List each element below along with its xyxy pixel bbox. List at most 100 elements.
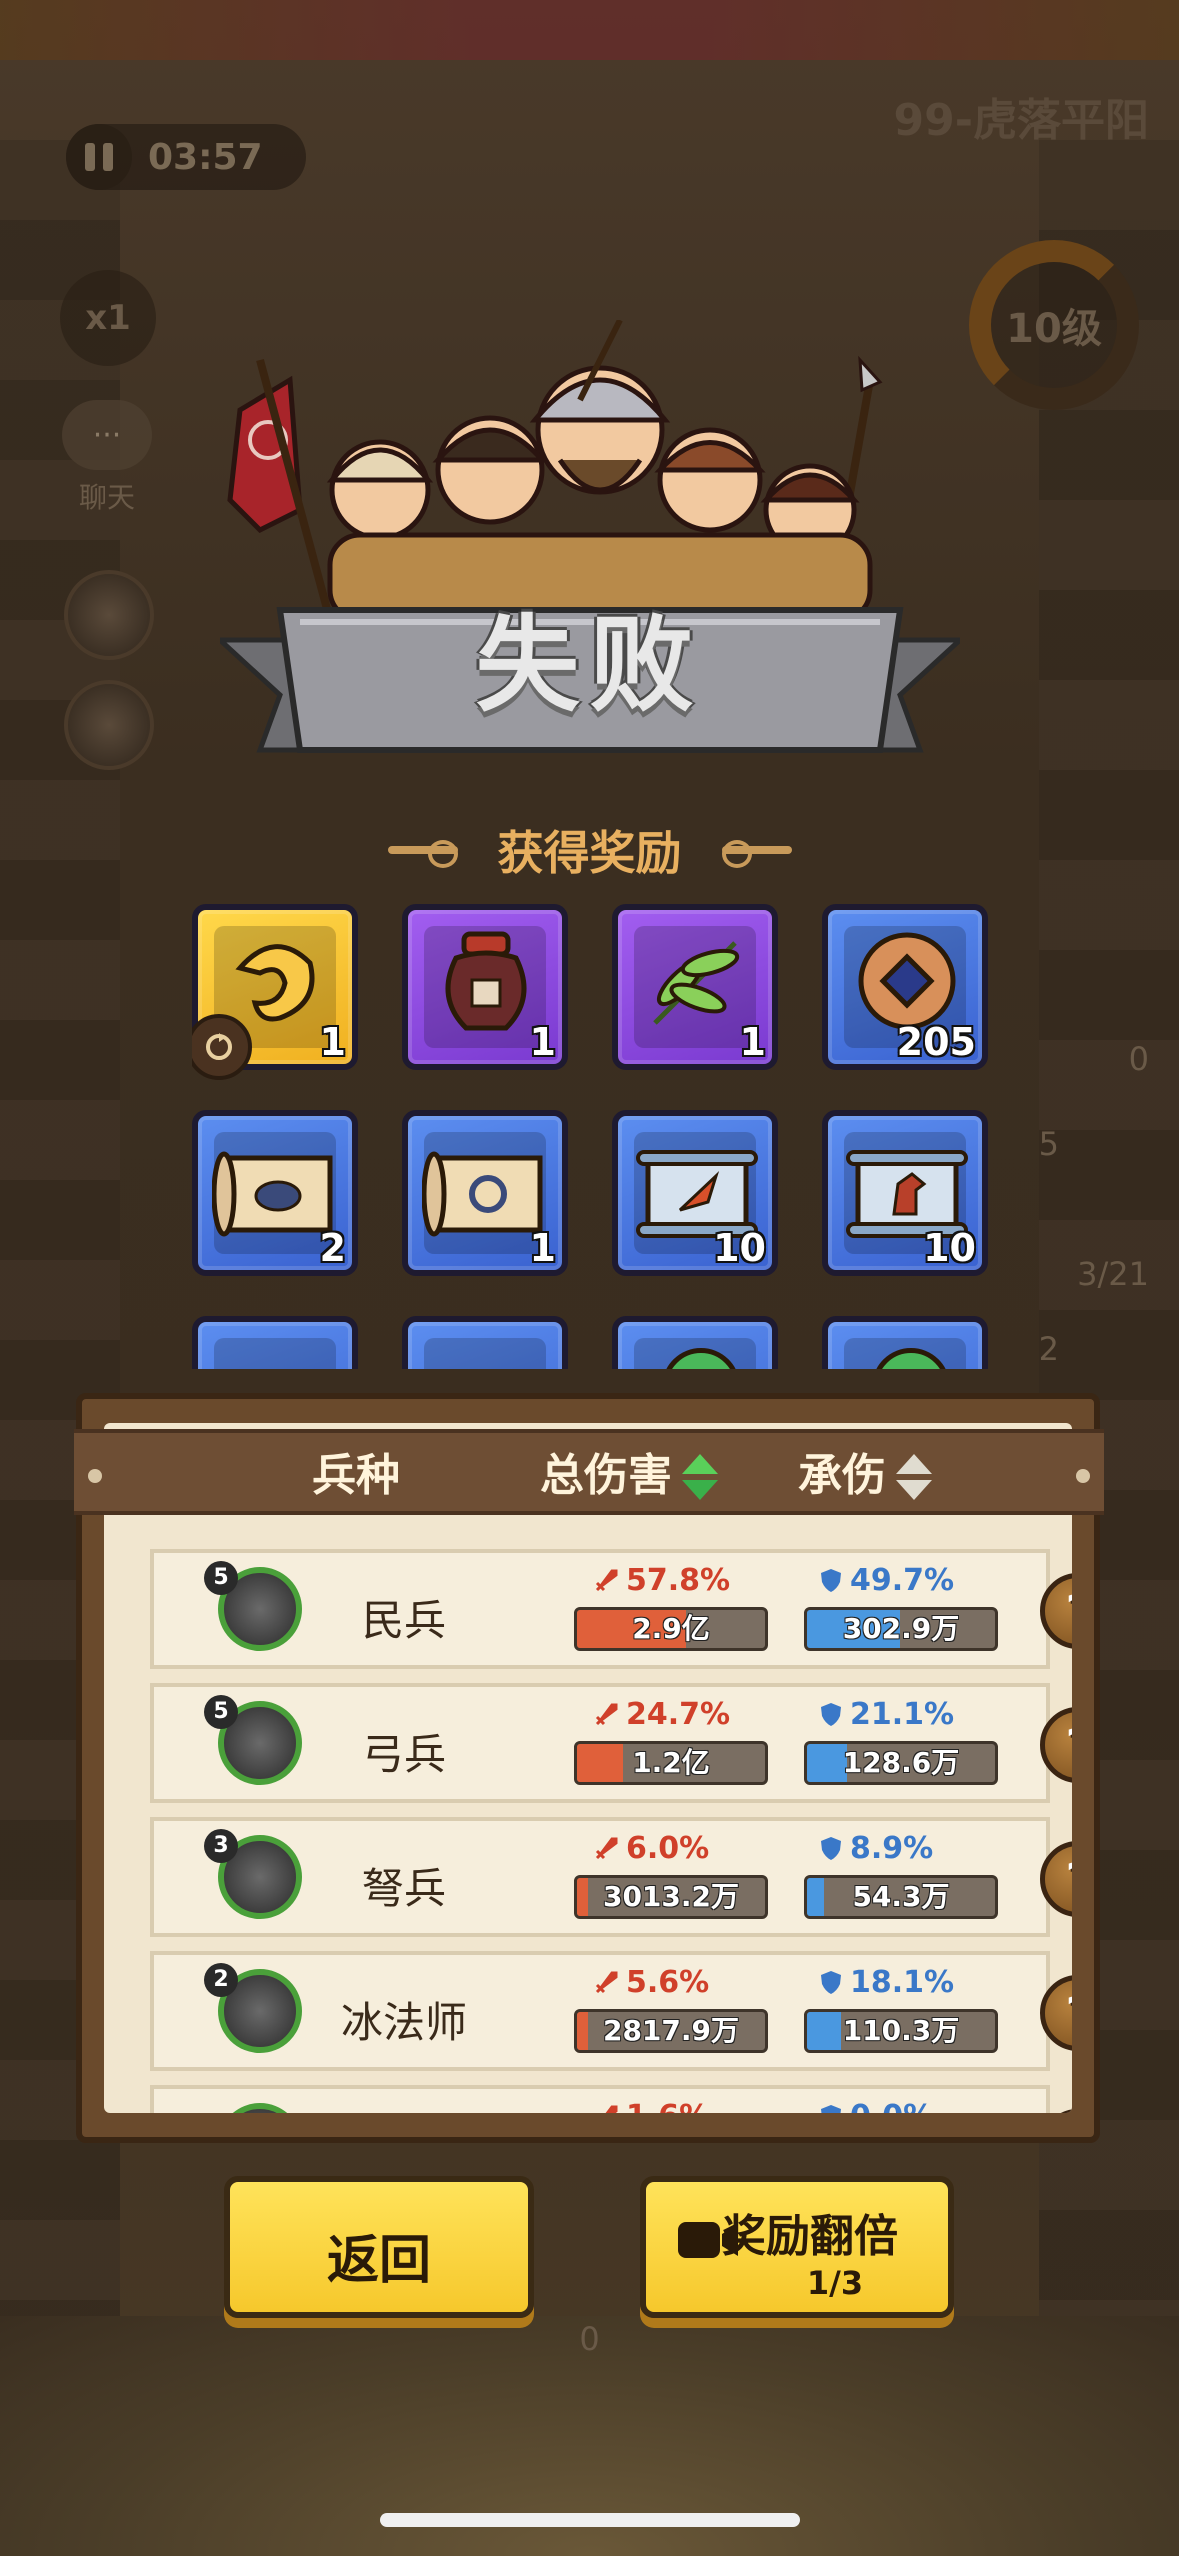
sword-icon xyxy=(595,1569,618,1592)
chat-label: 聊天 xyxy=(78,481,135,514)
wine-jar-icon xyxy=(445,931,527,1031)
player-level-ring: 10级 xyxy=(969,240,1139,410)
unit-name: 弓兵 xyxy=(361,1730,446,1779)
reward-item[interactable]: 10 xyxy=(822,1110,988,1276)
tank-percent: 0.0% xyxy=(818,2099,933,2113)
scroll-icon xyxy=(214,1338,336,1369)
side-number: 2 xyxy=(1038,1330,1059,1368)
reward-item[interactable]: 1 xyxy=(612,904,778,1070)
background-top-strip xyxy=(0,0,1179,60)
chat-button[interactable]: ··· 聊天 xyxy=(52,400,162,516)
reward-item[interactable]: 1 xyxy=(402,904,568,1070)
damage-bar: 2.9亿 xyxy=(574,1607,768,1651)
reward-item[interactable]: 10 xyxy=(612,1110,778,1276)
damage-percent: 57.8% xyxy=(594,1563,730,1598)
double-reward-button[interactable]: 奖励翻倍 1/3 xyxy=(640,2176,954,2318)
reward-item[interactable]: 205 xyxy=(822,904,988,1070)
stats-header: 兵种 总伤害 承伤 xyxy=(74,1429,1104,1515)
panel-paper: 5 民兵 57.8% 49.7% 2.9亿 302.9万? 5 弓兵 24.7% 21.1% 1.2… xyxy=(104,1423,1072,2113)
back-button[interactable]: 返回 xyxy=(224,2176,534,2318)
damage-bar: 3013.2万 xyxy=(574,1875,768,1919)
reward-count: 1 xyxy=(319,1020,346,1064)
reward-item[interactable]: 2 xyxy=(192,1110,358,1276)
tank-percent: 49.7% xyxy=(818,1563,954,1598)
tank-bar: 128.6万 xyxy=(804,1741,998,1785)
table-row: 5 民兵 57.8% 49.7% 2.9亿 302.9万? xyxy=(150,1549,1072,1669)
bottom-counter: 0 xyxy=(579,2320,600,2358)
side-number: 5 xyxy=(1038,1125,1059,1163)
tank-bar: 54.3万 xyxy=(804,1875,998,1919)
reward-count: 1 xyxy=(529,1020,556,1064)
damage-value: 2.9亿 xyxy=(632,1612,710,1645)
tank-value: 54.3万 xyxy=(852,1880,950,1913)
unit-info-button[interactable]: ? xyxy=(1040,1975,1072,2051)
unit-name: 民兵 xyxy=(361,1596,446,1645)
damage-stats-panel: 5 民兵 57.8% 49.7% 2.9亿 302.9万? 5 弓兵 24.7% 21.1% 1.2… xyxy=(74,1393,1104,2143)
pause-icon xyxy=(85,143,95,171)
sword-icon xyxy=(595,1837,618,1860)
reward-heading: 获得奖励 xyxy=(497,826,682,880)
tank-value: 128.6万 xyxy=(842,1746,960,1779)
unit-name: 冰法师 xyxy=(340,1998,467,2047)
timer-text: 03:57 xyxy=(148,136,263,178)
home-indicator[interactable] xyxy=(380,2513,800,2527)
unit-star-level: 2 xyxy=(204,1963,238,1997)
tank-percent: 18.1% xyxy=(818,1965,954,2000)
column-damage-sort[interactable]: 总伤害 xyxy=(540,1433,720,1519)
defeated-soldiers-illustration xyxy=(227,320,883,620)
table-row: 3 弩兵 6.0% 8.9% 3013.2万 54.3万? xyxy=(150,1817,1072,1937)
stage-name: 99-虎落平阳 xyxy=(893,95,1150,146)
double-reward-label: 奖励翻倍 xyxy=(722,2211,898,2262)
column-unit: 兵种 xyxy=(312,1450,400,1501)
result-title: 失败 xyxy=(475,604,704,726)
tank-percent: 8.9% xyxy=(818,1831,933,1866)
unit-info-button[interactable]: ? xyxy=(1040,1573,1072,1649)
pause-button[interactable] xyxy=(66,124,132,190)
damage-percent: 5.6% xyxy=(594,1965,709,2000)
unit-name: 弩兵 xyxy=(361,1864,446,1913)
reward-count: 1 xyxy=(739,1020,766,1064)
sort-icon xyxy=(894,1452,934,1504)
sort-active-icon xyxy=(680,1452,720,1504)
sword-icon xyxy=(605,2105,618,2113)
damage-percent: 24.7% xyxy=(594,1697,730,1732)
header-dot-icon xyxy=(1076,1469,1090,1483)
speed-button[interactable]: x1 xyxy=(60,270,156,366)
reward-grid[interactable]: 1 1 1 205 2 1 10 10 xyxy=(192,904,988,1369)
table-row: 5 弓兵 24.7% 21.1% 1.2亿 128.6万? xyxy=(150,1683,1072,1803)
swap-badge-icon[interactable] xyxy=(192,1014,252,1080)
shield-icon xyxy=(821,1837,841,1860)
reward-heading-row: 获得奖励 xyxy=(0,815,1179,885)
scroll-icon xyxy=(424,1338,546,1369)
tank-bar: 302.9万 xyxy=(804,1607,998,1651)
stats-rows[interactable]: 5 民兵 57.8% 49.7% 2.9亿 302.9万? 5 弓兵 24.7% 21.1% 1.2… xyxy=(104,1545,1072,2113)
reward-count: 10 xyxy=(713,1226,766,1270)
damage-value: 2817.9万 xyxy=(602,2014,740,2047)
reward-item[interactable] xyxy=(192,1316,358,1369)
sword-icon xyxy=(595,1971,618,1994)
leaf-icon xyxy=(653,941,740,1025)
tank-percent: 21.1% xyxy=(818,1697,954,1732)
reward-count: 10 xyxy=(923,1226,976,1270)
table-row: 1.6% 0.0%? xyxy=(150,2085,1072,2113)
back-button-label: 返回 xyxy=(326,2231,431,2291)
reward-count: 1 xyxy=(529,1226,556,1270)
reward-item[interactable] xyxy=(612,1316,778,1369)
shield-icon xyxy=(821,2105,841,2113)
header-dot-icon xyxy=(88,1469,102,1483)
unit-info-button[interactable]: ? xyxy=(1040,1841,1072,1917)
reward-item[interactable] xyxy=(822,1316,988,1369)
tank-value: 110.3万 xyxy=(842,2014,960,2047)
column-tank-sort[interactable]: 承伤 xyxy=(798,1433,934,1519)
unit-info-button[interactable]: ? xyxy=(1040,2109,1072,2113)
chat-bubble-icon: ··· xyxy=(62,400,152,470)
damage-percent: 1.6% xyxy=(594,2099,709,2113)
tank-value: 302.9万 xyxy=(842,1612,960,1645)
table-row: 2 冰法师 5.6% 18.1% 2817.9万 110.3万? xyxy=(150,1951,1072,2071)
unit-star-level: 3 xyxy=(204,1829,238,1863)
unit-count: 3/21 xyxy=(1077,1255,1149,1293)
sword-icon xyxy=(595,1703,618,1726)
reward-item[interactable]: 1 xyxy=(402,1110,568,1276)
unit-info-button[interactable]: ? xyxy=(1040,1707,1072,1783)
reward-item[interactable] xyxy=(402,1316,568,1369)
